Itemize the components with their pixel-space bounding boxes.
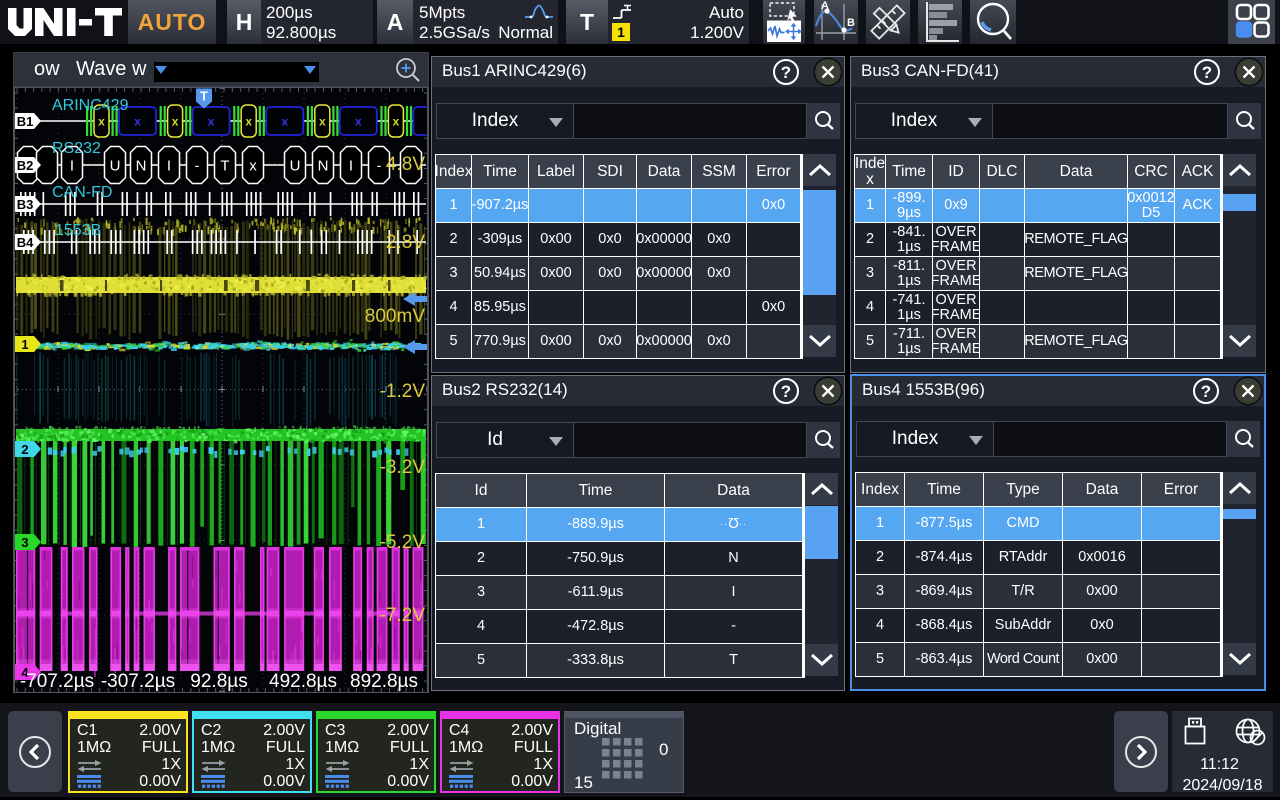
svg-text:?: ?	[1202, 63, 1212, 82]
svg-text:3: 3	[21, 535, 28, 550]
svg-text:ARINC429: ARINC429	[52, 97, 129, 114]
svg-text:x: x	[249, 158, 257, 175]
svg-text:I: I	[70, 158, 74, 175]
svg-text:x: x	[355, 115, 362, 129]
svg-text:-307.2µs: -307.2µs	[101, 671, 175, 692]
svg-text:A: A	[821, 0, 829, 12]
svg-text:x: x	[134, 115, 141, 129]
svg-text:1553B: 1553B	[55, 222, 101, 239]
svg-text:N: N	[136, 158, 147, 175]
svg-text:x: x	[393, 115, 400, 129]
svg-text:1: 1	[21, 337, 28, 352]
svg-text:B3: B3	[17, 197, 34, 212]
svg-text:B2: B2	[17, 158, 34, 173]
svg-text:x: x	[245, 115, 252, 129]
svg-text:?: ?	[781, 382, 791, 401]
svg-text:-: -	[195, 158, 200, 175]
svg-text:-3.2V: -3.2V	[380, 457, 426, 478]
svg-text:4.8V: 4.8V	[386, 154, 425, 175]
svg-text:-707.2µs: -707.2µs	[20, 671, 94, 692]
svg-text:CAN-FD: CAN-FD	[52, 184, 112, 201]
svg-text:B1: B1	[17, 114, 34, 129]
svg-text:N: N	[318, 158, 329, 175]
svg-text:x: x	[172, 115, 179, 129]
svg-text:I: I	[349, 158, 353, 175]
svg-text:B: B	[847, 17, 855, 29]
svg-text:2: 2	[21, 442, 28, 457]
svg-text:800mV: 800mV	[365, 306, 426, 327]
svg-text:T: T	[220, 158, 229, 175]
svg-text:-7.2V: -7.2V	[380, 605, 426, 626]
svg-text:?: ?	[781, 63, 791, 82]
svg-text:92.8µs: 92.8µs	[190, 671, 247, 692]
svg-text:RS232: RS232	[52, 140, 101, 157]
svg-text:x: x	[319, 115, 326, 129]
svg-text:I: I	[167, 158, 171, 175]
svg-text:-5.2V: -5.2V	[380, 532, 426, 553]
svg-text:x: x	[208, 115, 215, 129]
svg-text:U: U	[290, 158, 301, 175]
svg-text:2.8V: 2.8V	[386, 232, 425, 253]
svg-text:U: U	[110, 158, 121, 175]
svg-text:492.8µs: 492.8µs	[269, 671, 337, 692]
svg-text:x: x	[98, 115, 105, 129]
svg-text:-1.2V: -1.2V	[380, 381, 426, 402]
svg-text:892.8µs: 892.8µs	[350, 671, 418, 692]
svg-text:B4: B4	[17, 235, 34, 250]
svg-text:-: -	[377, 158, 382, 175]
svg-text:?: ?	[1201, 382, 1211, 401]
svg-text:x: x	[281, 115, 288, 129]
svg-text:T: T	[200, 90, 208, 104]
